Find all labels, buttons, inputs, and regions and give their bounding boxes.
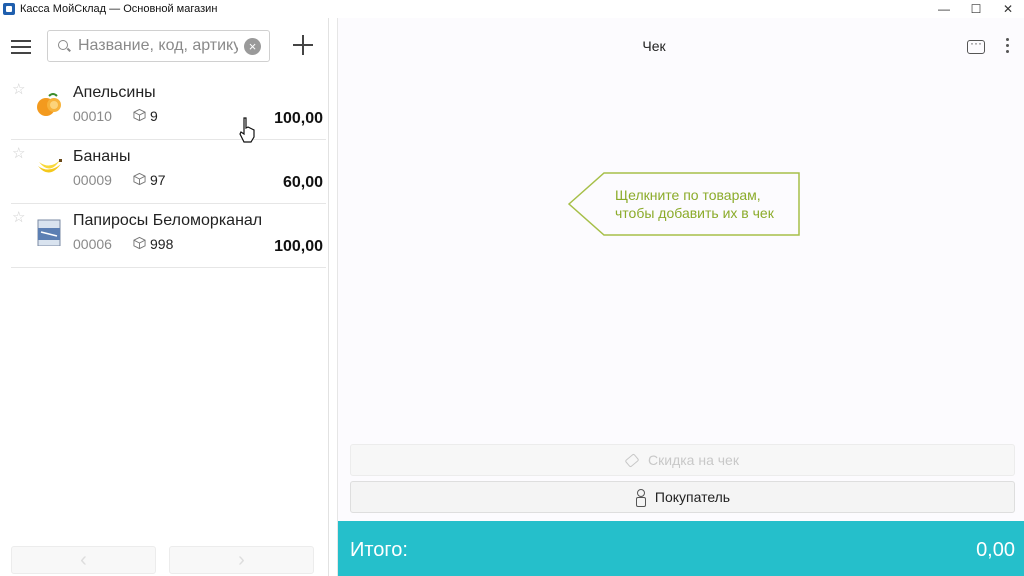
orange-icon <box>37 93 61 116</box>
customer-label: Покупатель <box>654 489 731 505</box>
stock-box-icon <box>133 172 146 186</box>
clear-search-icon[interactable]: × <box>244 38 261 55</box>
search-box: × <box>47 30 270 62</box>
product-stock: 97 <box>150 172 166 188</box>
favorite-star-icon[interactable]: ☆ <box>12 144 25 162</box>
menu-icon[interactable] <box>11 40 31 54</box>
stock-box-icon <box>133 236 146 250</box>
product-panel: × ☆ Апельсины 00010 9 100,00 ☆ Бананы 00… <box>0 18 329 576</box>
prev-page-button[interactable]: ‹ <box>11 546 156 574</box>
product-price: 100,00 <box>274 110 323 127</box>
window-controls: — ☐ ✕ <box>928 0 1024 18</box>
product-stock: 998 <box>150 236 174 252</box>
product-name: Бананы <box>73 148 131 165</box>
product-item[interactable]: ☆ Апельсины 00010 9 100,00 <box>11 76 326 140</box>
comment-icon[interactable] <box>967 36 985 54</box>
product-price: 60,00 <box>282 174 323 191</box>
product-stock: 9 <box>150 108 158 124</box>
close-button[interactable]: ✕ <box>992 0 1024 18</box>
customer-button[interactable]: Покупатель <box>350 481 1015 513</box>
product-code: 00006 <box>73 236 112 252</box>
minimize-button[interactable]: — <box>928 0 960 18</box>
total-label: Итого: <box>350 539 408 561</box>
product-name: Папиросы Беломорканал <box>73 212 263 229</box>
tag-icon <box>624 452 640 468</box>
banana-icon <box>38 159 62 173</box>
maximize-button[interactable]: ☐ <box>960 0 992 18</box>
cigarettes-icon <box>37 219 61 246</box>
total-value: 0,00 <box>976 539 1015 561</box>
app-icon <box>3 3 15 15</box>
product-price: 100,00 <box>274 238 323 255</box>
favorite-star-icon[interactable]: ☆ <box>12 80 25 98</box>
add-product-button[interactable] <box>292 34 314 56</box>
product-name: Апельсины <box>73 84 156 101</box>
person-icon <box>635 489 646 507</box>
title-bar: Касса МойСклад — Основной магазин — ☐ ✕ <box>0 0 1024 18</box>
receipt-panel: Чек Щелкните по товарам, чтобы добавить … <box>337 18 1024 576</box>
product-code: 00009 <box>73 172 112 188</box>
more-options-icon[interactable] <box>1006 38 1010 56</box>
discount-button[interactable]: Скидка на чек <box>350 444 1015 476</box>
product-code: 00010 <box>73 108 112 124</box>
search-icon <box>58 40 68 50</box>
search-input[interactable] <box>78 35 238 57</box>
hint-callout: Щелкните по товарам, чтобы добавить их в… <box>568 172 800 236</box>
discount-label: Скидка на чек <box>648 452 739 468</box>
hint-text: Щелкните по товарам, чтобы добавить их в… <box>615 187 774 221</box>
total-bar[interactable]: Итого: 0,00 <box>338 521 1024 576</box>
product-item[interactable]: ☆ Бананы 00009 97 60,00 <box>11 140 326 204</box>
hand-cursor-icon <box>239 117 255 143</box>
product-item[interactable]: ☆ Папиросы Беломорканал 00006 998 100,00 <box>11 204 326 268</box>
window-title: Касса МойСклад — Основной магазин <box>20 3 218 15</box>
receipt-title: Чек <box>642 38 666 54</box>
stock-box-icon <box>133 108 146 122</box>
favorite-star-icon[interactable]: ☆ <box>12 208 25 226</box>
next-page-button[interactable]: › <box>169 546 314 574</box>
